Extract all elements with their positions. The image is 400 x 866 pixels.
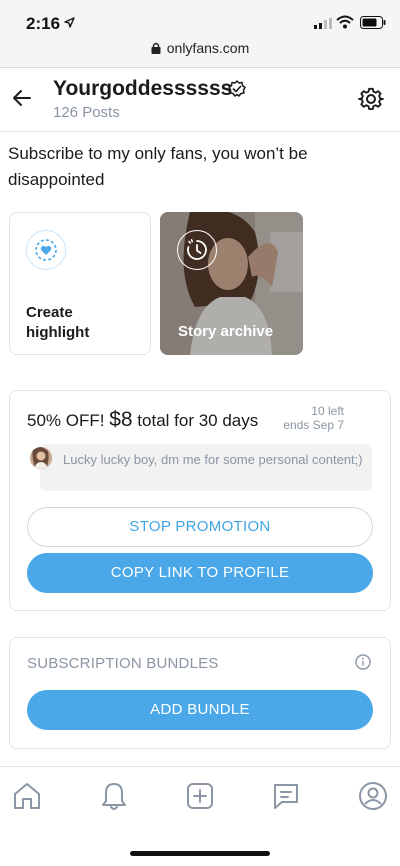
wifi-icon — [336, 15, 354, 29]
verified-icon — [228, 80, 246, 97]
home-indicator — [130, 851, 270, 856]
profile-bio: Subscribe to my only fans, you won’t be … — [8, 144, 308, 189]
add-post-icon[interactable] — [184, 780, 216, 812]
stop-promotion-button[interactable]: STOP PROMOTION — [27, 507, 373, 547]
status-bar — [0, 0, 400, 68]
promotion-offer: 50% OFF! $8 total for 30 days — [27, 408, 258, 432]
story-archive-label: Story archive — [178, 323, 274, 340]
info-icon[interactable] — [355, 654, 371, 670]
heart-icon — [26, 230, 66, 270]
promotion-left-count: 10 left — [311, 404, 344, 418]
add-bundle-button[interactable]: ADD BUNDLE — [27, 690, 373, 730]
clock-icon — [177, 230, 217, 270]
home-icon[interactable] — [11, 780, 43, 812]
location-arrow-icon — [64, 17, 75, 28]
url-text: onlyfans.com — [166, 40, 250, 56]
create-highlight-card[interactable]: Create highlight — [9, 212, 151, 355]
post-count: 126 Posts — [53, 104, 120, 121]
promotion-expiry: 10 left ends Sep 7 — [260, 404, 344, 432]
promotion-message: Lucky lucky boy, dm me for some personal… — [63, 452, 363, 467]
copy-link-button[interactable]: COPY LINK TO PROFILE — [27, 553, 373, 593]
back-arrow-icon[interactable] — [10, 86, 34, 110]
avatar — [30, 447, 52, 469]
gear-icon[interactable] — [358, 86, 384, 112]
bell-icon[interactable] — [98, 780, 130, 812]
battery-icon — [360, 16, 386, 29]
profile-icon[interactable] — [357, 780, 389, 812]
status-time: 2:16 — [26, 14, 61, 33]
promotion-end-date: ends Sep 7 — [283, 418, 344, 432]
promotion-price: $8 — [109, 408, 133, 431]
lock-icon — [151, 42, 161, 54]
create-highlight-label: Create highlight — [26, 304, 90, 341]
profile-name: Yourgoddessssss — [53, 77, 233, 100]
messages-icon[interactable] — [270, 780, 302, 812]
promotion-period: total for 30 days — [137, 411, 259, 430]
subscription-bundles-title: SUBSCRIPTION BUNDLES — [27, 655, 219, 672]
promotion-discount: 50% OFF! — [27, 411, 105, 430]
signal-icon — [314, 18, 332, 29]
story-archive-card[interactable]: Story archive — [160, 212, 303, 355]
url-bar[interactable]: onlyfans.com — [0, 40, 400, 56]
